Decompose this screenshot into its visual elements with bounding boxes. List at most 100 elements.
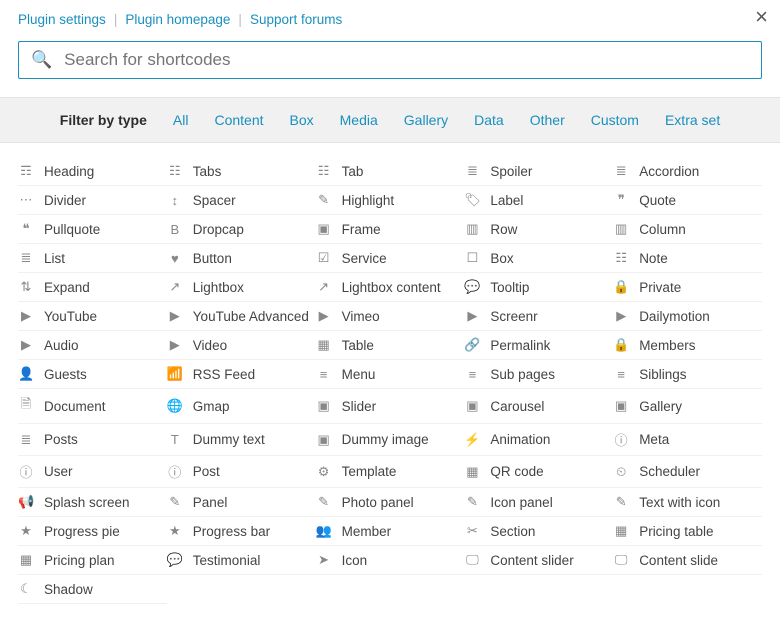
- shortcode-menu[interactable]: ≡Menu: [316, 360, 465, 389]
- shortcode-testimonial[interactable]: 💬Testimonial: [167, 546, 316, 575]
- shortcode-vimeo[interactable]: ▶Vimeo: [316, 302, 465, 331]
- filter-extra-set[interactable]: Extra set: [665, 112, 720, 128]
- user-icon: ⓘ: [18, 462, 34, 481]
- shortcode-button[interactable]: ♥Button: [167, 244, 316, 273]
- shortcode-list[interactable]: ≣List: [18, 244, 167, 273]
- shortcode-post[interactable]: ⓘPost: [167, 456, 316, 488]
- screenr-icon: ▶: [464, 308, 480, 324]
- filter-data[interactable]: Data: [474, 112, 504, 128]
- shortcode-photo-panel[interactable]: ✎Photo panel: [316, 488, 465, 517]
- label-icon: 🏷: [464, 192, 480, 208]
- shortcode-youtube-advanced[interactable]: ▶YouTube Advanced: [167, 302, 316, 331]
- shortcode-icon[interactable]: ➤Icon: [316, 546, 465, 575]
- shortcode-box[interactable]: ☐Box: [464, 244, 613, 273]
- shortcode-video[interactable]: ▶Video: [167, 331, 316, 360]
- shortcode-content-slider[interactable]: 🖵Content slider: [464, 546, 613, 575]
- shortcode-progress-bar[interactable]: ★Progress bar: [167, 517, 316, 546]
- shortcode-posts[interactable]: ≣Posts: [18, 424, 167, 456]
- search-input[interactable]: [64, 50, 749, 70]
- frame-icon: ▣: [316, 221, 332, 237]
- shortcode-audio[interactable]: ▶Audio: [18, 331, 167, 360]
- shortcode-pullquote[interactable]: ❝Pullquote: [18, 215, 167, 244]
- shortcode-tooltip[interactable]: 💬Tooltip: [464, 273, 613, 302]
- shortcode-table[interactable]: ▦Table: [316, 331, 465, 360]
- shortcode-note[interactable]: ☷Note: [613, 244, 762, 273]
- shortcode-rss-feed[interactable]: 📶RSS Feed: [167, 360, 316, 389]
- plugin-settings-link[interactable]: Plugin settings: [18, 12, 106, 27]
- plugin-homepage-link[interactable]: Plugin homepage: [125, 12, 230, 27]
- shortcode-template[interactable]: ⚙Template: [316, 456, 465, 488]
- filter-all[interactable]: All: [173, 112, 189, 128]
- shortcode-lightbox[interactable]: ↗Lightbox: [167, 273, 316, 302]
- shortcode-qr-code[interactable]: ▦QR code: [464, 456, 613, 488]
- shortcode-label: Progress pie: [44, 524, 120, 539]
- filter-custom[interactable]: Custom: [591, 112, 639, 128]
- shortcode-meta[interactable]: ⓘMeta: [613, 424, 762, 456]
- shortcode-heading[interactable]: ☶Heading: [18, 157, 167, 186]
- shortcode-tab[interactable]: ☷Tab: [316, 157, 465, 186]
- shortcode-icon-panel[interactable]: ✎Icon panel: [464, 488, 613, 517]
- shortcode-label: Icon: [342, 553, 368, 568]
- shortcode-label[interactable]: 🏷Label: [464, 186, 613, 215]
- shortcode-carousel[interactable]: ▣Carousel: [464, 389, 613, 424]
- shortcode-frame[interactable]: ▣Frame: [316, 215, 465, 244]
- shortcode-sub-pages[interactable]: ≡Sub pages: [464, 360, 613, 389]
- shortcode-siblings[interactable]: ≡Siblings: [613, 360, 762, 389]
- shortcode-label: Video: [193, 338, 227, 353]
- dropcap-icon: B: [167, 222, 183, 237]
- shortcode-expand[interactable]: ⇅Expand: [18, 273, 167, 302]
- shortcode-splash-screen[interactable]: 📢Splash screen: [18, 488, 167, 517]
- shortcode-text-with-icon[interactable]: ✎Text with icon: [613, 488, 762, 517]
- shortcode-progress-pie[interactable]: ★Progress pie: [18, 517, 167, 546]
- shortcode-spacer[interactable]: ↕Spacer: [167, 186, 316, 215]
- shortcode-label: Button: [193, 251, 232, 266]
- support-forums-link[interactable]: Support forums: [250, 12, 342, 27]
- sub-pages-icon: ≡: [464, 367, 480, 382]
- shortcode-gallery[interactable]: ▣Gallery: [613, 389, 762, 424]
- shortcode-dummy-text[interactable]: TDummy text: [167, 424, 316, 456]
- filter-content[interactable]: Content: [214, 112, 263, 128]
- shortcode-label: Siblings: [639, 367, 686, 382]
- shortcode-highlight[interactable]: ✎Highlight: [316, 186, 465, 215]
- filter-media[interactable]: Media: [340, 112, 378, 128]
- shortcode-pricing-plan[interactable]: ▦Pricing plan: [18, 546, 167, 575]
- filter-box[interactable]: Box: [290, 112, 314, 128]
- shortcode-row[interactable]: ▥Row: [464, 215, 613, 244]
- shortcode-spoiler[interactable]: ≣Spoiler: [464, 157, 613, 186]
- shortcode-animation[interactable]: ⚡Animation: [464, 424, 613, 456]
- shortcode-dropcap[interactable]: BDropcap: [167, 215, 316, 244]
- shortcode-lightbox-content[interactable]: ↗Lightbox content: [316, 273, 465, 302]
- row-icon: ▥: [464, 221, 480, 237]
- shortcode-divider[interactable]: ⋯Divider: [18, 186, 167, 215]
- shortcode-gmap[interactable]: 🌐Gmap: [167, 389, 316, 424]
- shortcode-slider[interactable]: ▣Slider: [316, 389, 465, 424]
- shortcode-tabs[interactable]: ☷Tabs: [167, 157, 316, 186]
- shortcode-scheduler[interactable]: ⏲Scheduler: [613, 456, 762, 488]
- meta-icon: ⓘ: [613, 430, 629, 449]
- shortcode-section[interactable]: ✂Section: [464, 517, 613, 546]
- shortcode-members[interactable]: 🔒Members: [613, 331, 762, 360]
- shortcode-service[interactable]: ☑Service: [316, 244, 465, 273]
- shortcode-accordion[interactable]: ≣Accordion: [613, 157, 762, 186]
- shortcode-youtube[interactable]: ▶YouTube: [18, 302, 167, 331]
- shortcode-permalink[interactable]: 🔗Permalink: [464, 331, 613, 360]
- shortcode-screenr[interactable]: ▶Screenr: [464, 302, 613, 331]
- close-button[interactable]: ×: [755, 6, 768, 28]
- shortcode-private[interactable]: 🔒Private: [613, 273, 762, 302]
- shortcode-column[interactable]: ▥Column: [613, 215, 762, 244]
- filter-gallery[interactable]: Gallery: [404, 112, 448, 128]
- filter-other[interactable]: Other: [530, 112, 565, 128]
- shortcode-panel[interactable]: ✎Panel: [167, 488, 316, 517]
- shortcode-guests[interactable]: 👤Guests: [18, 360, 167, 389]
- shortcode-dailymotion[interactable]: ▶Dailymotion: [613, 302, 762, 331]
- shortcode-user[interactable]: ⓘUser: [18, 456, 167, 488]
- shortcode-document[interactable]: 🗎Document: [18, 389, 167, 424]
- section-icon: ✂: [464, 523, 480, 539]
- shortcode-content-slide[interactable]: 🖵Content slide: [613, 546, 762, 575]
- shortcode-shadow[interactable]: ☾Shadow: [18, 575, 167, 604]
- shortcode-pricing-table[interactable]: ▦Pricing table: [613, 517, 762, 546]
- shortcode-dummy-image[interactable]: ▣Dummy image: [316, 424, 465, 456]
- shortcode-quote[interactable]: ❞Quote: [613, 186, 762, 215]
- lightbox-icon: ↗: [167, 279, 183, 295]
- shortcode-member[interactable]: 👥Member: [316, 517, 465, 546]
